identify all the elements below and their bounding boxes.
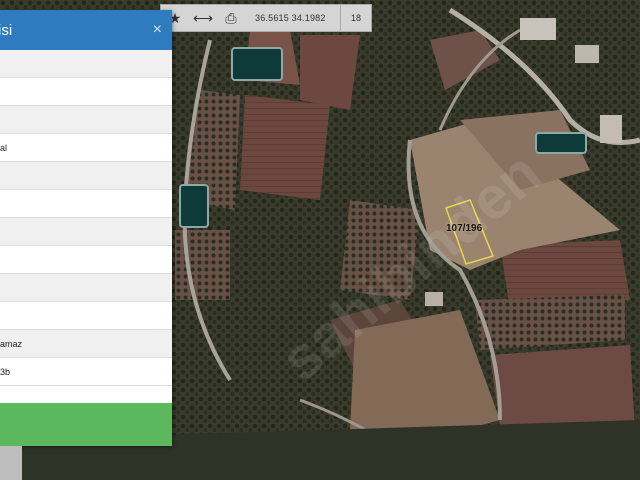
info-row — [0, 162, 172, 190]
info-row: amaz — [0, 330, 172, 358]
info-rows: al amaz 3b — [0, 50, 172, 386]
print-icon[interactable]: ⎙ — [217, 5, 245, 31]
info-row — [0, 302, 172, 330]
coordinates-readout: 36.5615 34.1982 — [255, 13, 326, 23]
close-icon[interactable]: × — [153, 21, 162, 39]
action-button[interactable] — [0, 403, 172, 446]
panel-header: isi × — [0, 10, 172, 50]
parcel-label[interactable]: 107/196 — [446, 223, 482, 234]
map-toolbar: ★ ⟷ ⎙ 36.5615 34.1982 18 — [160, 4, 372, 32]
measure-icon[interactable]: ⟷ — [189, 5, 217, 31]
zoom-level: 18 — [340, 5, 371, 31]
info-row — [0, 78, 172, 106]
info-row: al — [0, 134, 172, 162]
info-row — [0, 190, 172, 218]
info-row — [0, 246, 172, 274]
info-row: 3b — [0, 358, 172, 386]
info-row — [0, 218, 172, 246]
parcel-info-panel: isi × al amaz 3b — [0, 10, 172, 446]
info-row — [0, 50, 172, 78]
info-row — [0, 274, 172, 302]
panel-scroll-strip — [0, 446, 22, 480]
panel-title: isi — [0, 21, 13, 39]
info-row — [0, 106, 172, 134]
